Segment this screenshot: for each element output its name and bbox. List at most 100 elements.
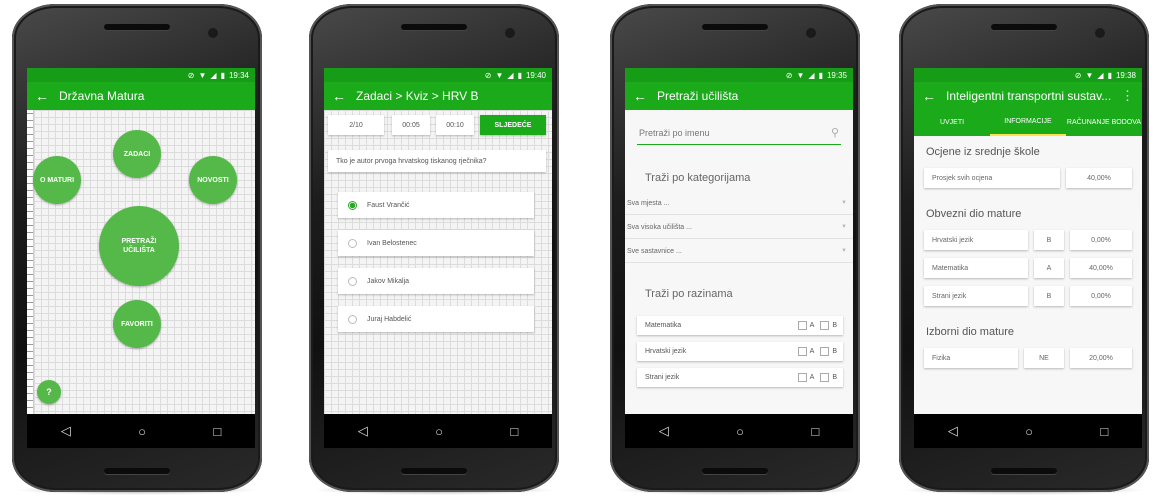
- option-a-label: A: [809, 374, 815, 381]
- dropdown-components[interactable]: Sve sastavnice ... ▼: [625, 240, 853, 263]
- wifi-icon: ▼: [796, 70, 805, 80]
- nav-home-icon[interactable]: ○: [435, 424, 443, 439]
- elapsed-timer: 00:05: [392, 115, 430, 135]
- nav-back-icon[interactable]: ◁: [358, 423, 368, 439]
- favoriti-button[interactable]: FAVORITI: [113, 300, 161, 348]
- answer-label: Juraj Habdelić: [367, 315, 412, 323]
- signal-icon: ◢: [1097, 70, 1104, 80]
- level-row: Hrvatski jezik A B: [637, 342, 843, 361]
- wifi-icon: ▼: [198, 70, 207, 80]
- battery-icon: ▮: [1107, 70, 1112, 80]
- speaker-grille: [702, 24, 768, 30]
- app-bar: ← Pretraži učilišta: [625, 82, 853, 110]
- radio-icon[interactable]: [348, 276, 357, 286]
- nav-recent-icon[interactable]: □: [510, 424, 518, 439]
- status-time: 19:35: [826, 70, 847, 80]
- checkbox-icon[interactable]: [820, 347, 830, 356]
- dropdown-places[interactable]: Sva mjesta ... ▼: [625, 192, 853, 215]
- level-subject: Matematika: [645, 322, 682, 329]
- phone-body: ⊘ ▼ ◢ ▮ 19:40 ← Zadaci > Kviz > HRV B 2/…: [309, 4, 559, 492]
- dropdown-institutions[interactable]: Sva visoka učilišta ... ▼: [625, 216, 853, 239]
- row-percent: 40,00%: [1070, 258, 1132, 278]
- nav-home-icon[interactable]: ○: [736, 424, 744, 439]
- speaker-grille: [401, 24, 467, 30]
- search-icon[interactable]: ⚲: [831, 126, 839, 139]
- status-bar: ⊘ ▼ ◢ ▮ 19:35: [625, 68, 853, 82]
- novosti-button[interactable]: NOVOSTI: [189, 156, 237, 204]
- o-maturi-button[interactable]: O MATURI: [33, 156, 81, 204]
- level-options: A B: [792, 347, 837, 356]
- radio-selected-icon[interactable]: [348, 200, 357, 210]
- speaker-grille: [401, 468, 467, 474]
- question-text: Tko je autor prvoga hrvatskog tiskanog r…: [328, 150, 546, 172]
- next-button[interactable]: SLJEDEĆE: [480, 115, 546, 135]
- help-button[interactable]: ?: [37, 380, 61, 404]
- dropdown-label: Sva visoka učilišta ...: [627, 223, 692, 231]
- checkbox-icon[interactable]: [797, 347, 807, 356]
- level-row: Matematika A B: [637, 316, 843, 335]
- row-label: Hrvatski jezik: [924, 230, 1028, 250]
- notebook-background: ZADACI O MATURI NOVOSTI PRETRAŽI UČILIŠT…: [27, 110, 255, 414]
- dnd-icon: ⊘: [484, 70, 492, 80]
- answer-option[interactable]: Jakov Mikalja: [338, 268, 534, 294]
- row-level: NE: [1024, 348, 1064, 368]
- pretrazi-ucilista-button[interactable]: PRETRAŽI UČILIŠTA: [99, 206, 179, 286]
- search-input[interactable]: Pretraži po imenu: [639, 128, 710, 138]
- radio-icon[interactable]: [348, 238, 357, 248]
- spiral-binding: [27, 110, 34, 414]
- nav-bar: ◁ ○ □: [625, 414, 853, 448]
- answer-option[interactable]: Faust Vrančić: [338, 192, 534, 218]
- speaker-grille: [991, 24, 1057, 30]
- back-arrow-icon[interactable]: ←: [35, 88, 49, 104]
- search-field[interactable]: Pretraži po imenu ⚲: [637, 124, 841, 145]
- status-bar: ⊘ ▼ ◢ ▮ 19:38: [914, 68, 1142, 82]
- more-vert-icon[interactable]: ⋮: [1113, 88, 1142, 104]
- search-content: Pretraži po imenu ⚲ Traži po kategorijam…: [625, 110, 853, 414]
- answer-option[interactable]: Ivan Belostenec: [338, 230, 534, 256]
- nav-home-icon[interactable]: ○: [138, 424, 146, 439]
- tab-bar: UVJETI INFORMACIJE RAČUNANJE BODOVA: [914, 110, 1142, 136]
- answer-label: Faust Vrančić: [367, 201, 410, 209]
- back-arrow-icon[interactable]: ←: [633, 88, 647, 104]
- phone-1: ⊘ ▼ ◢ ▮ 19:34 ← Državna Matura ZADACI O …: [8, 0, 266, 499]
- nav-back-icon[interactable]: ◁: [659, 423, 669, 439]
- screen: ⊘ ▼ ◢ ▮ 19:34 ← Državna Matura ZADACI O …: [27, 68, 255, 448]
- section-heading: Izborni dio mature: [926, 326, 1015, 338]
- chevron-down-icon: ▼: [841, 248, 847, 254]
- checkbox-icon[interactable]: [797, 321, 807, 330]
- page-title: Državna Matura: [59, 89, 145, 103]
- nav-bar: ◁ ○ □: [27, 414, 255, 448]
- zadaci-button[interactable]: ZADACI: [113, 130, 161, 178]
- quiz-content: 2/10 00:05 00:10 SLJEDEĆE Tko je autor p…: [324, 110, 552, 414]
- nav-home-icon[interactable]: ○: [1025, 424, 1033, 439]
- nav-recent-icon[interactable]: □: [213, 424, 221, 439]
- tab-informacije[interactable]: INFORMACIJE: [990, 110, 1066, 136]
- checkbox-icon[interactable]: [797, 373, 807, 382]
- answer-option[interactable]: Juraj Habdelić: [338, 306, 534, 332]
- row-percent: 0,00%: [1070, 230, 1132, 250]
- battery-icon: ▮: [517, 70, 522, 80]
- tab-racunanje-bodova[interactable]: RAČUNANJE BODOVA: [1066, 110, 1142, 136]
- back-arrow-icon[interactable]: ←: [332, 88, 346, 104]
- row-label: Prosjek svih ocjena: [924, 168, 1060, 188]
- checkbox-icon[interactable]: [820, 373, 830, 382]
- nav-back-icon[interactable]: ◁: [61, 423, 71, 439]
- status-time: 19:38: [1115, 70, 1136, 80]
- back-arrow-icon[interactable]: ←: [922, 88, 936, 104]
- tab-uvjeti[interactable]: UVJETI: [914, 110, 990, 136]
- nav-recent-icon[interactable]: □: [811, 424, 819, 439]
- phone-2: ⊘ ▼ ◢ ▮ 19:40 ← Zadaci > Kviz > HRV B 2/…: [305, 0, 563, 499]
- status-time: 19:34: [228, 70, 249, 80]
- phone-body: ⊘ ▼ ◢ ▮ 19:34 ← Državna Matura ZADACI O …: [12, 4, 262, 492]
- row-label: Fizika: [924, 348, 1018, 368]
- nav-recent-icon[interactable]: □: [1100, 424, 1108, 439]
- row-percent: 0,00%: [1070, 286, 1132, 306]
- checkbox-icon[interactable]: [820, 321, 830, 330]
- front-camera: [505, 28, 515, 38]
- phone-body: ⊘ ▼ ◢ ▮ 19:38 ← Inteligentni transportni…: [899, 4, 1149, 492]
- front-camera: [1095, 28, 1105, 38]
- phone-4: ⊘ ▼ ◢ ▮ 19:38 ← Inteligentni transportni…: [895, 0, 1153, 499]
- nav-back-icon[interactable]: ◁: [948, 423, 958, 439]
- wifi-icon: ▼: [1085, 70, 1094, 80]
- radio-icon[interactable]: [348, 314, 357, 324]
